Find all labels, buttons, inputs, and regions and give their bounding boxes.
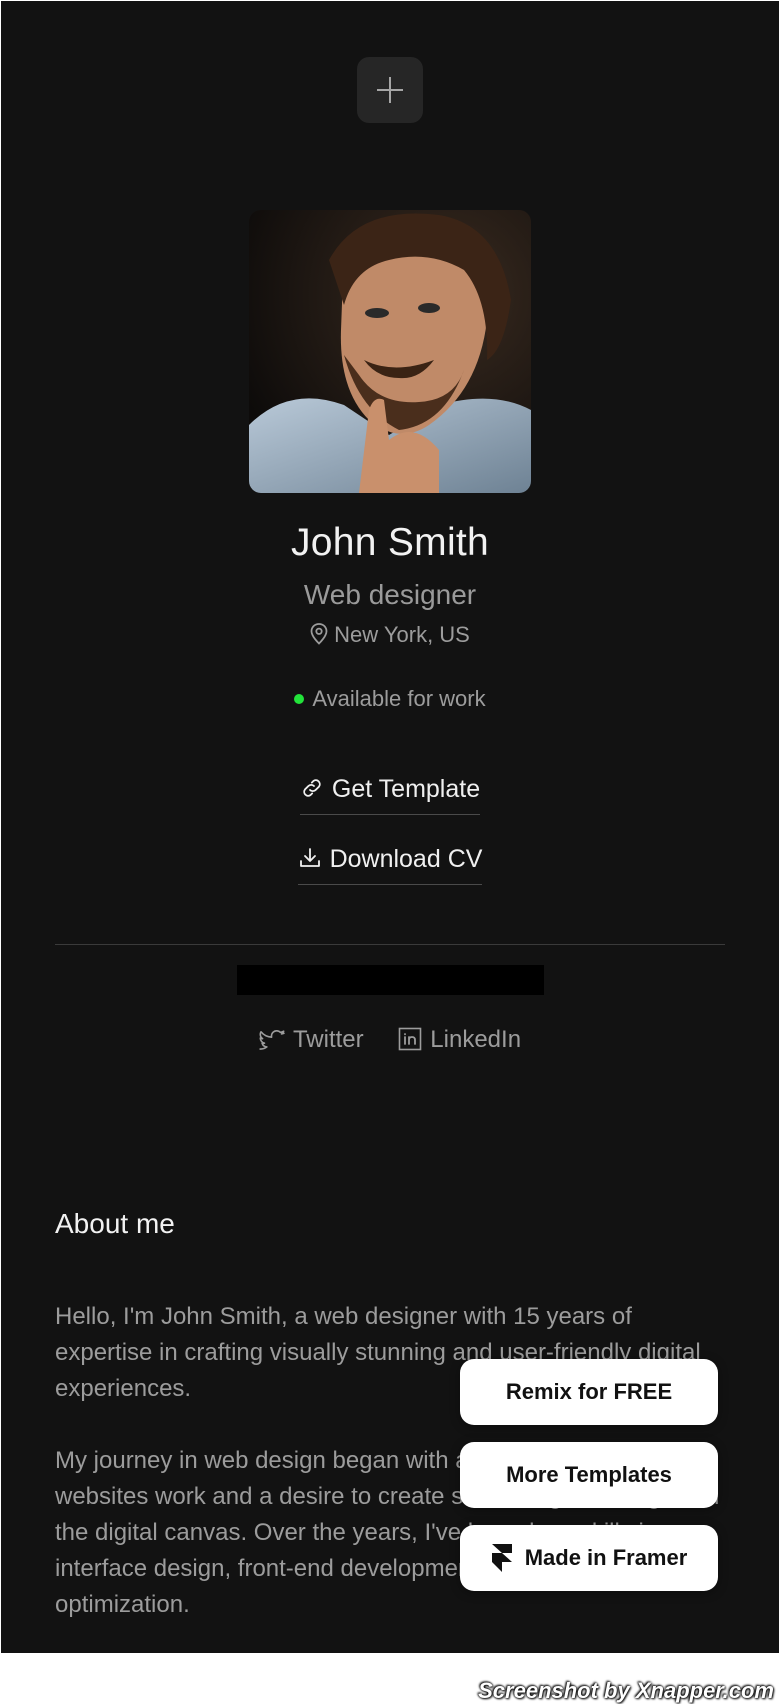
twitter-icon <box>259 1030 285 1050</box>
linkedin-icon <box>398 1027 422 1051</box>
add-button[interactable] <box>357 57 423 123</box>
map-pin-icon <box>310 623 328 645</box>
screenshot-watermark: Screenshot by Xnapper.com <box>478 1678 774 1703</box>
redacted-block <box>237 965 544 995</box>
framer-logo-icon <box>491 1544 512 1572</box>
avatar <box>249 210 531 493</box>
download-cv-button[interactable]: Download CV <box>1 845 779 885</box>
linkedin-label: LinkedIn <box>430 1026 522 1053</box>
get-template-link[interactable]: Get Template <box>299 775 481 815</box>
social-links: Twitter LinkedIn <box>1 1026 779 1054</box>
download-icon <box>299 848 320 867</box>
download-cv-label: Download CV <box>329 845 483 873</box>
profile-role: Web designer <box>303 579 477 610</box>
get-template-label: Get Template <box>331 775 481 803</box>
about-heading: About me <box>55 1208 175 1239</box>
get-template-button[interactable]: Get Template <box>1 775 779 815</box>
more-templates-button[interactable]: More Templates <box>460 1442 718 1508</box>
made-in-framer-button[interactable]: Made in Framer <box>460 1525 718 1591</box>
section-divider <box>55 944 725 945</box>
availability-status: Available for work <box>1 686 779 712</box>
link-icon <box>303 779 321 797</box>
location-text: New York, US <box>334 622 470 647</box>
status-dot-icon <box>294 694 305 704</box>
linkedin-link[interactable]: LinkedIn <box>398 1026 521 1054</box>
made-in-framer-label: Made in Framer <box>524 1545 688 1570</box>
twitter-link[interactable]: Twitter <box>259 1026 364 1054</box>
profile-page: John Smith Web designer New York, US Ava… <box>1 1 779 1653</box>
portrait-image <box>249 210 531 493</box>
twitter-label: Twitter <box>292 1026 364 1053</box>
remix-button[interactable]: Remix for FREE <box>460 1359 718 1425</box>
profile-location: New York, US <box>1 622 779 648</box>
download-cv-link[interactable]: Download CV <box>297 845 483 885</box>
availability-text: Available for work <box>312 686 486 711</box>
profile-name: John Smith <box>290 521 490 564</box>
